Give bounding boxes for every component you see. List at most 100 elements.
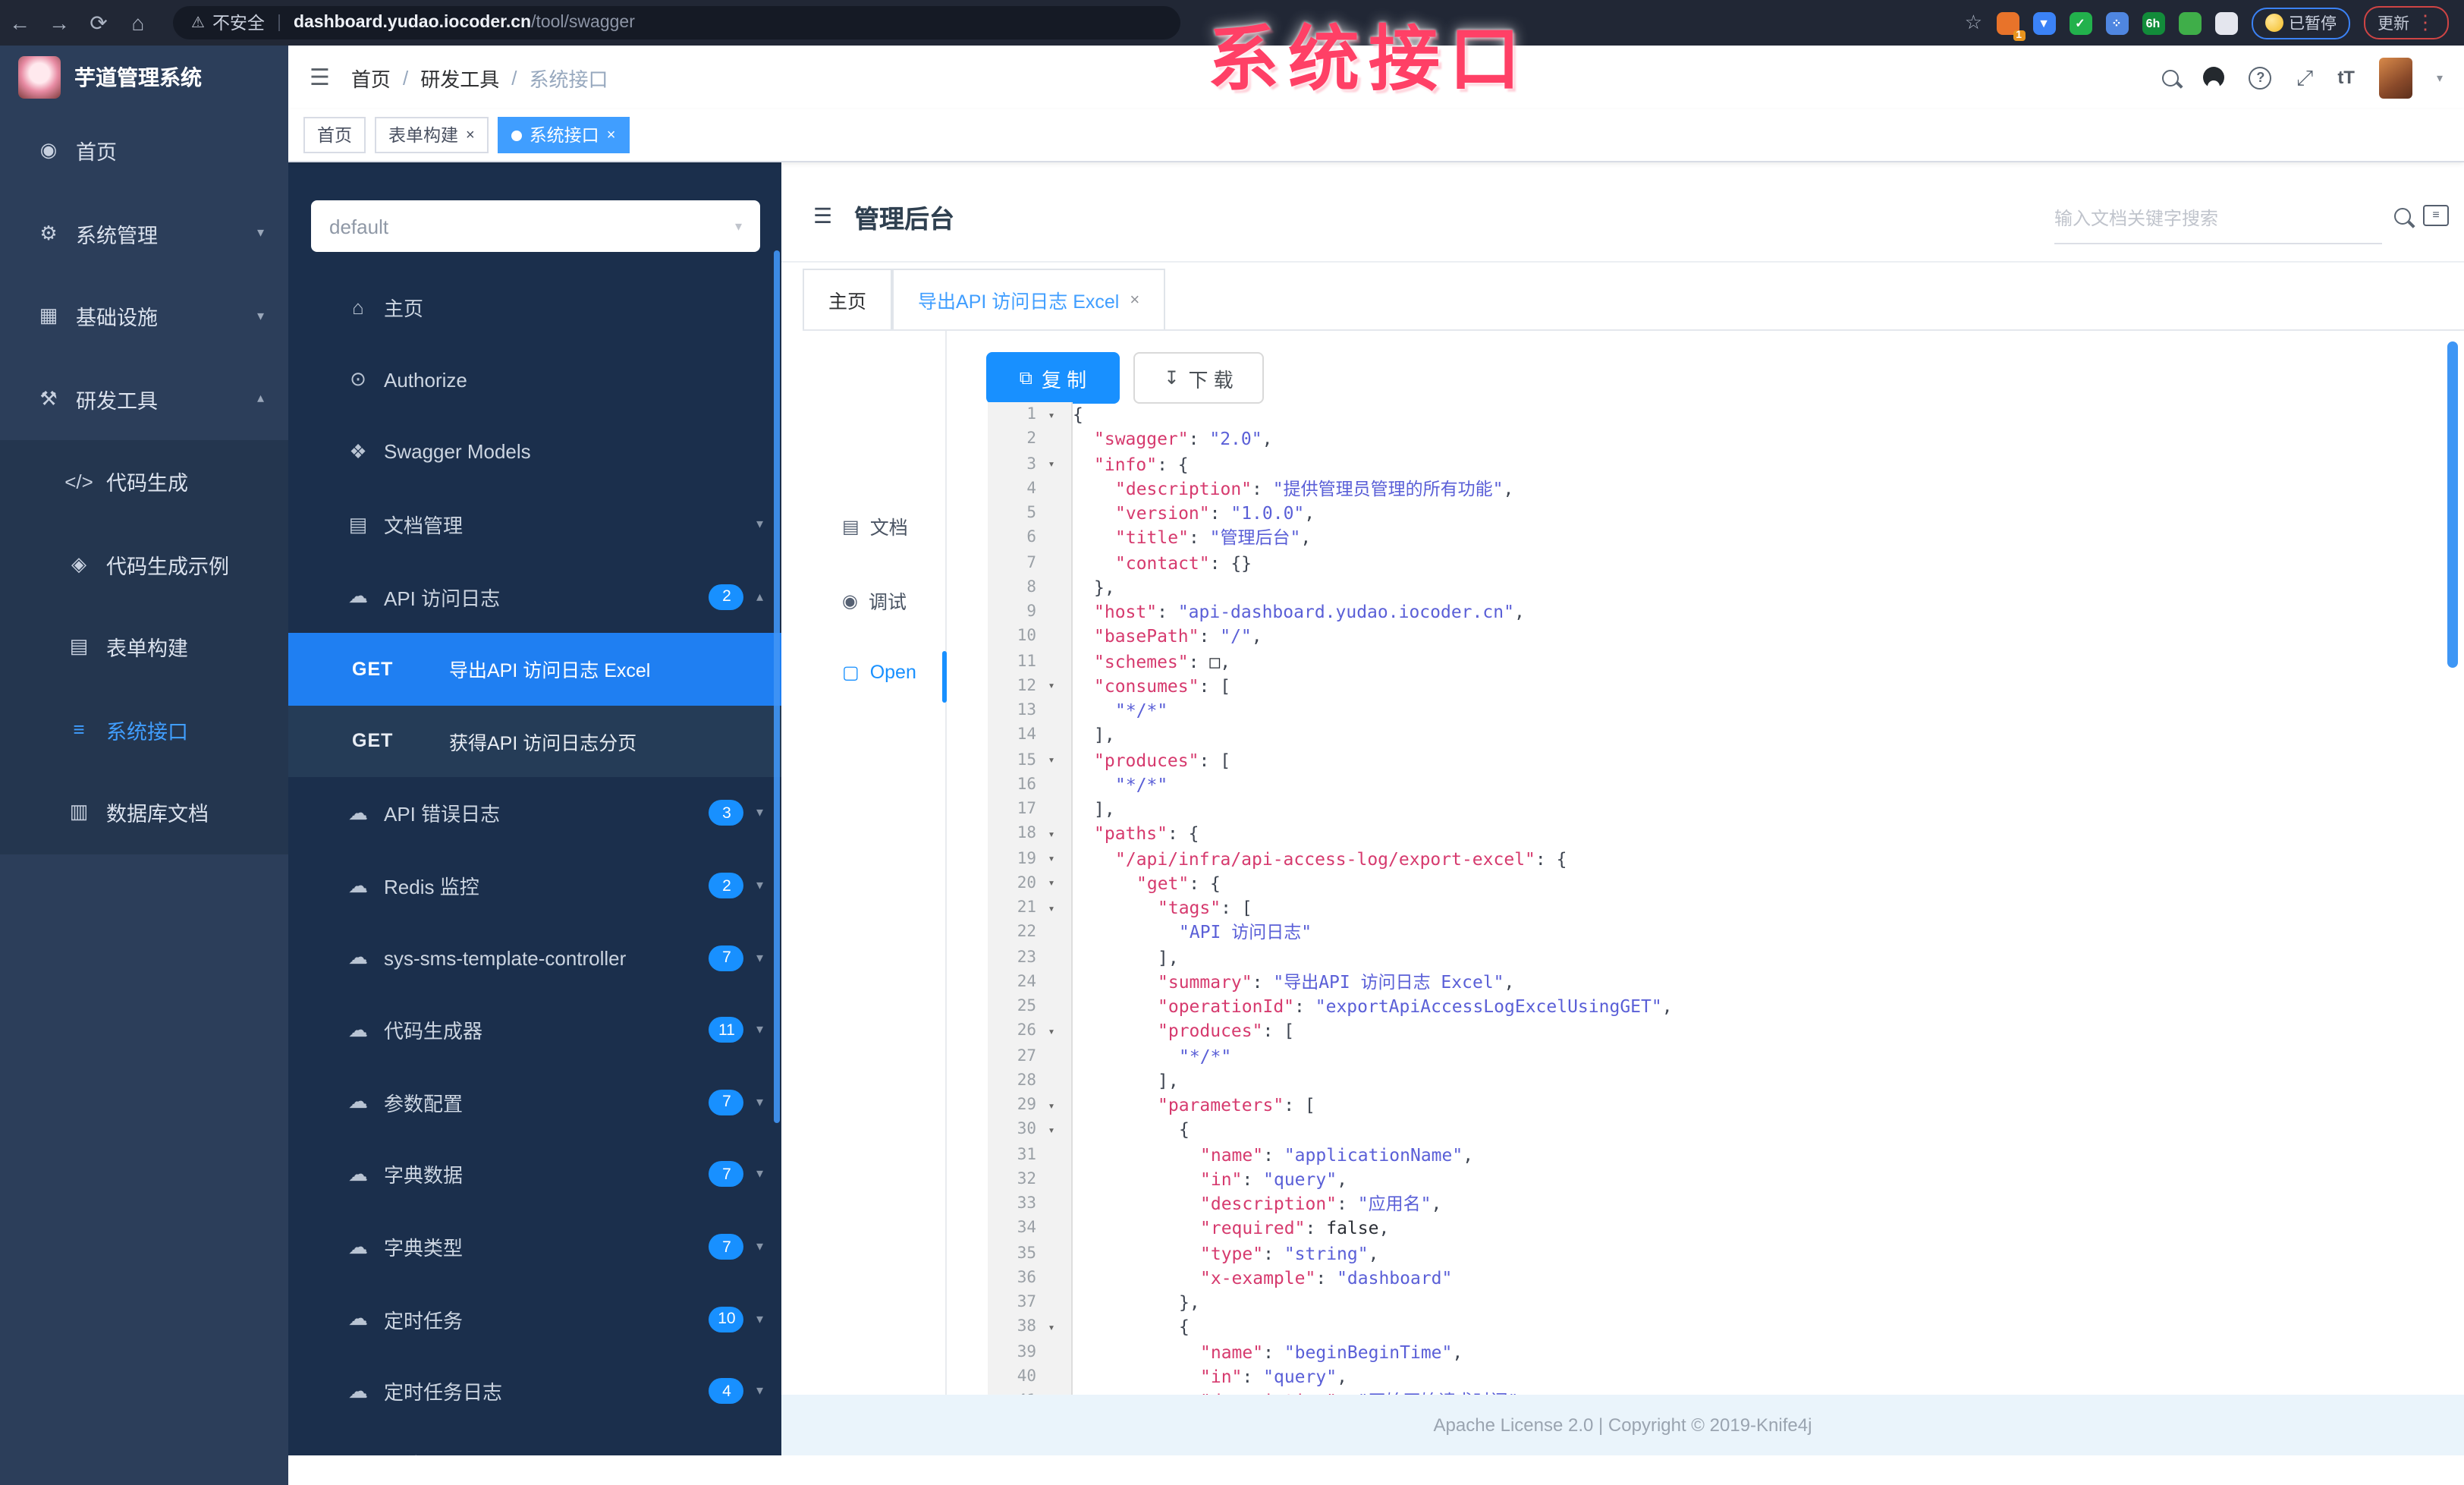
knife4j-item-Swagger Models[interactable]: ❖ Swagger Models [288,416,781,488]
group-select[interactable]: default ▾ [311,200,760,252]
forward-icon[interactable]: → [39,11,79,35]
kebab-menu-icon[interactable]: ⋮ [2415,11,2435,35]
breadcrumb-item[interactable]: 系统接口 [529,63,608,92]
fold-arrow-icon[interactable]: ▾ [1036,1320,1067,1334]
breadcrumb-item[interactable]: 首页 [351,63,391,92]
font-size-icon[interactable]: tT [2337,67,2355,88]
form-icon: ▤ [69,634,89,658]
tag-首页[interactable]: 首页 [303,117,366,153]
fold-arrow-icon[interactable]: ▾ [1036,679,1067,693]
sidebar-item-首页[interactable]: ◉ 首页 [0,109,288,192]
collapse-sider-icon[interactable]: ☰ [813,203,832,229]
knife4j-item-Redis 监控[interactable]: ☁ Redis 监控 2 ▾ [288,850,781,922]
extension-6h-icon[interactable]: 6h [2142,11,2164,34]
fold-arrow-icon[interactable]: ▾ [1036,1098,1067,1112]
gear-icon: ⚙ [39,221,58,244]
code-editor[interactable]: 1 ▾ { 2 "swagger": "2.0", 3 ▾ "info": { … [988,402,2464,1394]
tag-系统接口[interactable]: 系统接口 × [497,117,630,153]
chevron-down-icon: ▾ [756,804,763,820]
knife4j-item-参数配置[interactable]: ☁ 参数配置 7 ▾ [288,1066,781,1138]
doc-tab-导出API 访问日志 Excel[interactable]: 导出API 访问日志 Excel × [892,269,1166,329]
close-icon[interactable]: × [466,127,475,143]
knife4j-item-API 错误日志[interactable]: ☁ API 错误日志 3 ▾ [288,777,781,849]
api-operation-获得API 访问日志分页[interactable]: GET 获得API 访问日志分页 [288,705,781,778]
extension-grid-icon[interactable]: ⁘ [2105,11,2128,34]
knife4j-item-定时任务[interactable]: ☁ 定时任务 10 ▾ [288,1283,781,1355]
tag-表单构建[interactable]: 表单构建 × [375,117,489,153]
code-line: 26 ▾ "produces": [ [988,1019,2464,1044]
sidebar-item-基础设施[interactable]: ▦ 基础设施 ▾ [0,275,288,357]
sidebar-item-系统管理[interactable]: ⚙ 系统管理 ▾ [0,192,288,275]
cloud-icon: ☁ [348,945,368,969]
code-icon: </> [64,470,93,493]
sidebar-scrollbar[interactable] [774,250,780,1123]
fold-arrow-icon[interactable]: ▾ [1036,753,1067,766]
logo-row[interactable]: 芋道管理系统 [0,46,288,109]
reload-icon[interactable]: ⟳ [79,10,118,36]
fold-arrow-icon[interactable]: ▾ [1036,1123,1067,1137]
code-line: 9 "host": "api-dashboard.yudao.iocoder.c… [988,599,2464,625]
settings-card-icon[interactable]: ≡ [2423,205,2449,226]
hamburger-icon[interactable]: ☰ [310,64,330,91]
sidebar-item-系统接口[interactable]: ≡ 系统接口 [0,688,288,771]
minibar-Open[interactable]: ▢ Open [781,662,945,683]
minibar-文档[interactable]: ▤ 文档 [781,511,945,540]
line-number: 18 [1017,824,1036,843]
knife4j-item-文档管理[interactable]: ▤ 文档管理 ▾ [288,489,781,561]
knife4j-item-API 访问日志[interactable]: ☁ API 访问日志 2 ▴ [288,561,781,633]
doc-search-input[interactable]: 输入文档关键字搜索 [2054,205,2382,244]
paused-pill[interactable]: 已暂停 [2251,7,2350,39]
home-icon[interactable]: ⌂ [118,11,158,35]
fold-arrow-icon[interactable]: ▾ [1036,901,1067,914]
knife4j-item-Authorize[interactable]: ⊙ Authorize [288,344,781,416]
bookmark-star-icon[interactable]: ☆ [1965,11,1982,35]
back-icon[interactable]: ← [0,11,39,35]
extension-check-icon[interactable]: ✓ [2069,11,2092,34]
extension-leaf-icon[interactable] [2178,11,2201,34]
sidebar-item-研发工具[interactable]: ⚒ 研发工具 ▴ [0,357,288,440]
knife4j-item-字典类型[interactable]: ☁ 字典类型 7 ▾ [288,1210,781,1282]
user-avatar[interactable] [2378,57,2412,98]
fold-arrow-icon[interactable]: ▾ [1036,851,1067,865]
extension-paw-icon[interactable] [2214,11,2237,34]
github-icon[interactable] [2203,67,2225,88]
fold-arrow-icon[interactable]: ▾ [1036,457,1067,470]
knife4j-sidebar: default ▾ ⌂ 主页 ⊙ Authorize ❖ Swagger Mod… [288,162,781,1455]
line-number: 34 [1017,1219,1036,1238]
search-icon[interactable] [2162,69,2180,86]
sidebar-item-代码生成[interactable]: </> 代码生成 [0,440,288,523]
knife4j-item-定时任务日志[interactable]: ☁ 定时任务日志 4 ▾ [288,1355,781,1427]
fold-arrow-icon[interactable]: ▾ [1036,1024,1067,1038]
content-scrollbar[interactable] [2447,341,2458,668]
chevron-down-icon[interactable]: ▾ [2437,71,2443,84]
security-label[interactable]: 不安全 [212,11,265,35]
minibar-调试[interactable]: ◉ 调试 [781,586,945,615]
search-icon[interactable] [2394,208,2411,225]
knife4j-item-岗位[interactable]: ☁ 岗位 [288,1427,781,1455]
mini-sidebar: ▤ 文档 ◉ 调试 ▢ Open [781,331,947,1394]
sidebar-item-代码生成示例[interactable]: ◈ 代码生成示例 [0,523,288,606]
active-indicator [942,651,947,703]
knife4j-item-sys-sms-template-controller[interactable]: ☁ sys-sms-template-controller 7 ▾ [288,922,781,994]
fold-arrow-icon[interactable]: ▾ [1036,876,1067,890]
close-icon[interactable]: × [1130,291,1139,309]
help-icon[interactable]: ? [2249,66,2272,89]
extension-location-icon[interactable]: ▼ [2032,11,2055,34]
knife4j-item-主页[interactable]: ⌂ 主页 [288,272,781,344]
sidebar-item-数据库文档[interactable]: ▥ 数据库文档 [0,771,288,854]
close-icon[interactable]: × [607,127,616,143]
api-operation-导出API 访问日志 Excel[interactable]: GET 导出API 访问日志 Excel [288,632,781,706]
breadcrumb-item[interactable]: 研发工具 [420,63,499,92]
fullscreen-icon[interactable]: ⤢ [2296,64,2313,90]
address-bar[interactable]: ⚠ 不安全 | dashboard.yudao.iocoder.cn /tool… [173,6,1180,39]
fold-arrow-icon[interactable]: ▾ [1036,407,1067,421]
fold-arrow-icon[interactable]: ▾ [1036,827,1067,841]
knife4j-item-代码生成器[interactable]: ☁ 代码生成器 11 ▾ [288,994,781,1066]
sidebar-item-表单构建[interactable]: ▤ 表单构建 [0,606,288,688]
doc-tab-主页[interactable]: 主页 [803,269,893,329]
download-button[interactable]: ↧ 下 载 [1133,352,1264,404]
update-pill[interactable]: 更新 ⋮ [2364,6,2449,39]
extension-orange-icon[interactable]: 1 [1996,11,2025,40]
knife4j-item-字典数据[interactable]: ☁ 字典数据 7 ▾ [288,1138,781,1210]
copy-button[interactable]: ⧉ 复 制 [986,352,1120,404]
